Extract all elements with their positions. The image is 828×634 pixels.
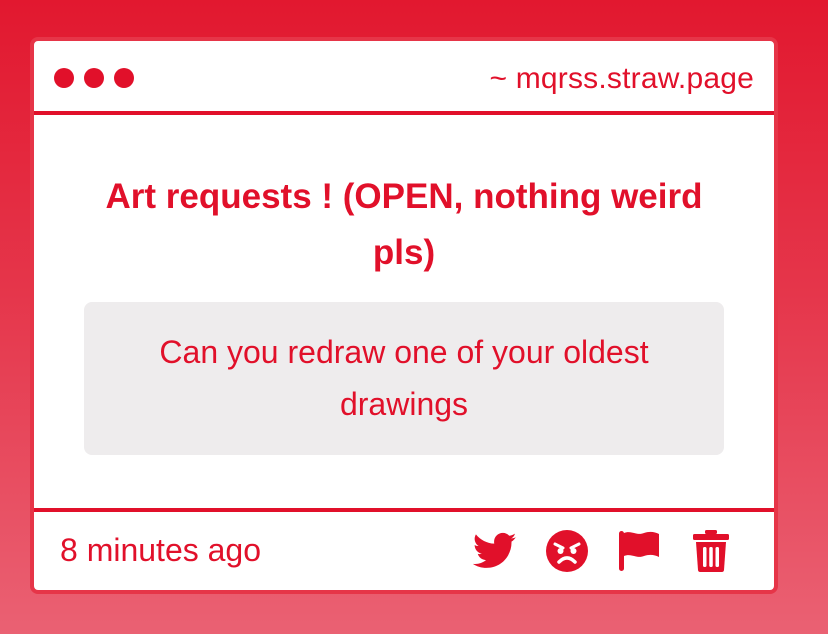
report-button[interactable] — [614, 528, 664, 574]
window-titlebar: ~ mqrss.straw.page — [34, 41, 774, 115]
post-content: Art requests ! (OPEN, nothing weird pls)… — [34, 115, 774, 508]
react-angry-button[interactable] — [542, 528, 592, 574]
share-twitter-button[interactable] — [470, 528, 520, 574]
trash-icon — [693, 530, 729, 572]
twitter-icon — [473, 532, 517, 568]
delete-button[interactable] — [686, 528, 736, 574]
window-dot-3 — [114, 68, 134, 88]
message-box: Can you redraw one of your oldest drawin… — [84, 302, 724, 455]
post-timestamp: 8 minutes ago — [60, 532, 262, 568]
action-bar — [470, 528, 736, 574]
window-dot-1 — [54, 68, 74, 88]
post-card: ~ mqrss.straw.page Art requests ! (OPEN,… — [30, 37, 778, 594]
angry-face-icon — [546, 530, 588, 572]
post-footer: 8 minutes ago — [34, 508, 774, 590]
flag-icon — [619, 531, 659, 571]
page-url[interactable]: ~ mqrss.straw.page — [489, 61, 754, 97]
post-title: Art requests ! (OPEN, nothing weird pls) — [105, 177, 703, 272]
message-text: Can you redraw one of your oldest drawin… — [159, 334, 649, 422]
window-dot-2 — [84, 68, 104, 88]
window-controls — [54, 68, 134, 88]
